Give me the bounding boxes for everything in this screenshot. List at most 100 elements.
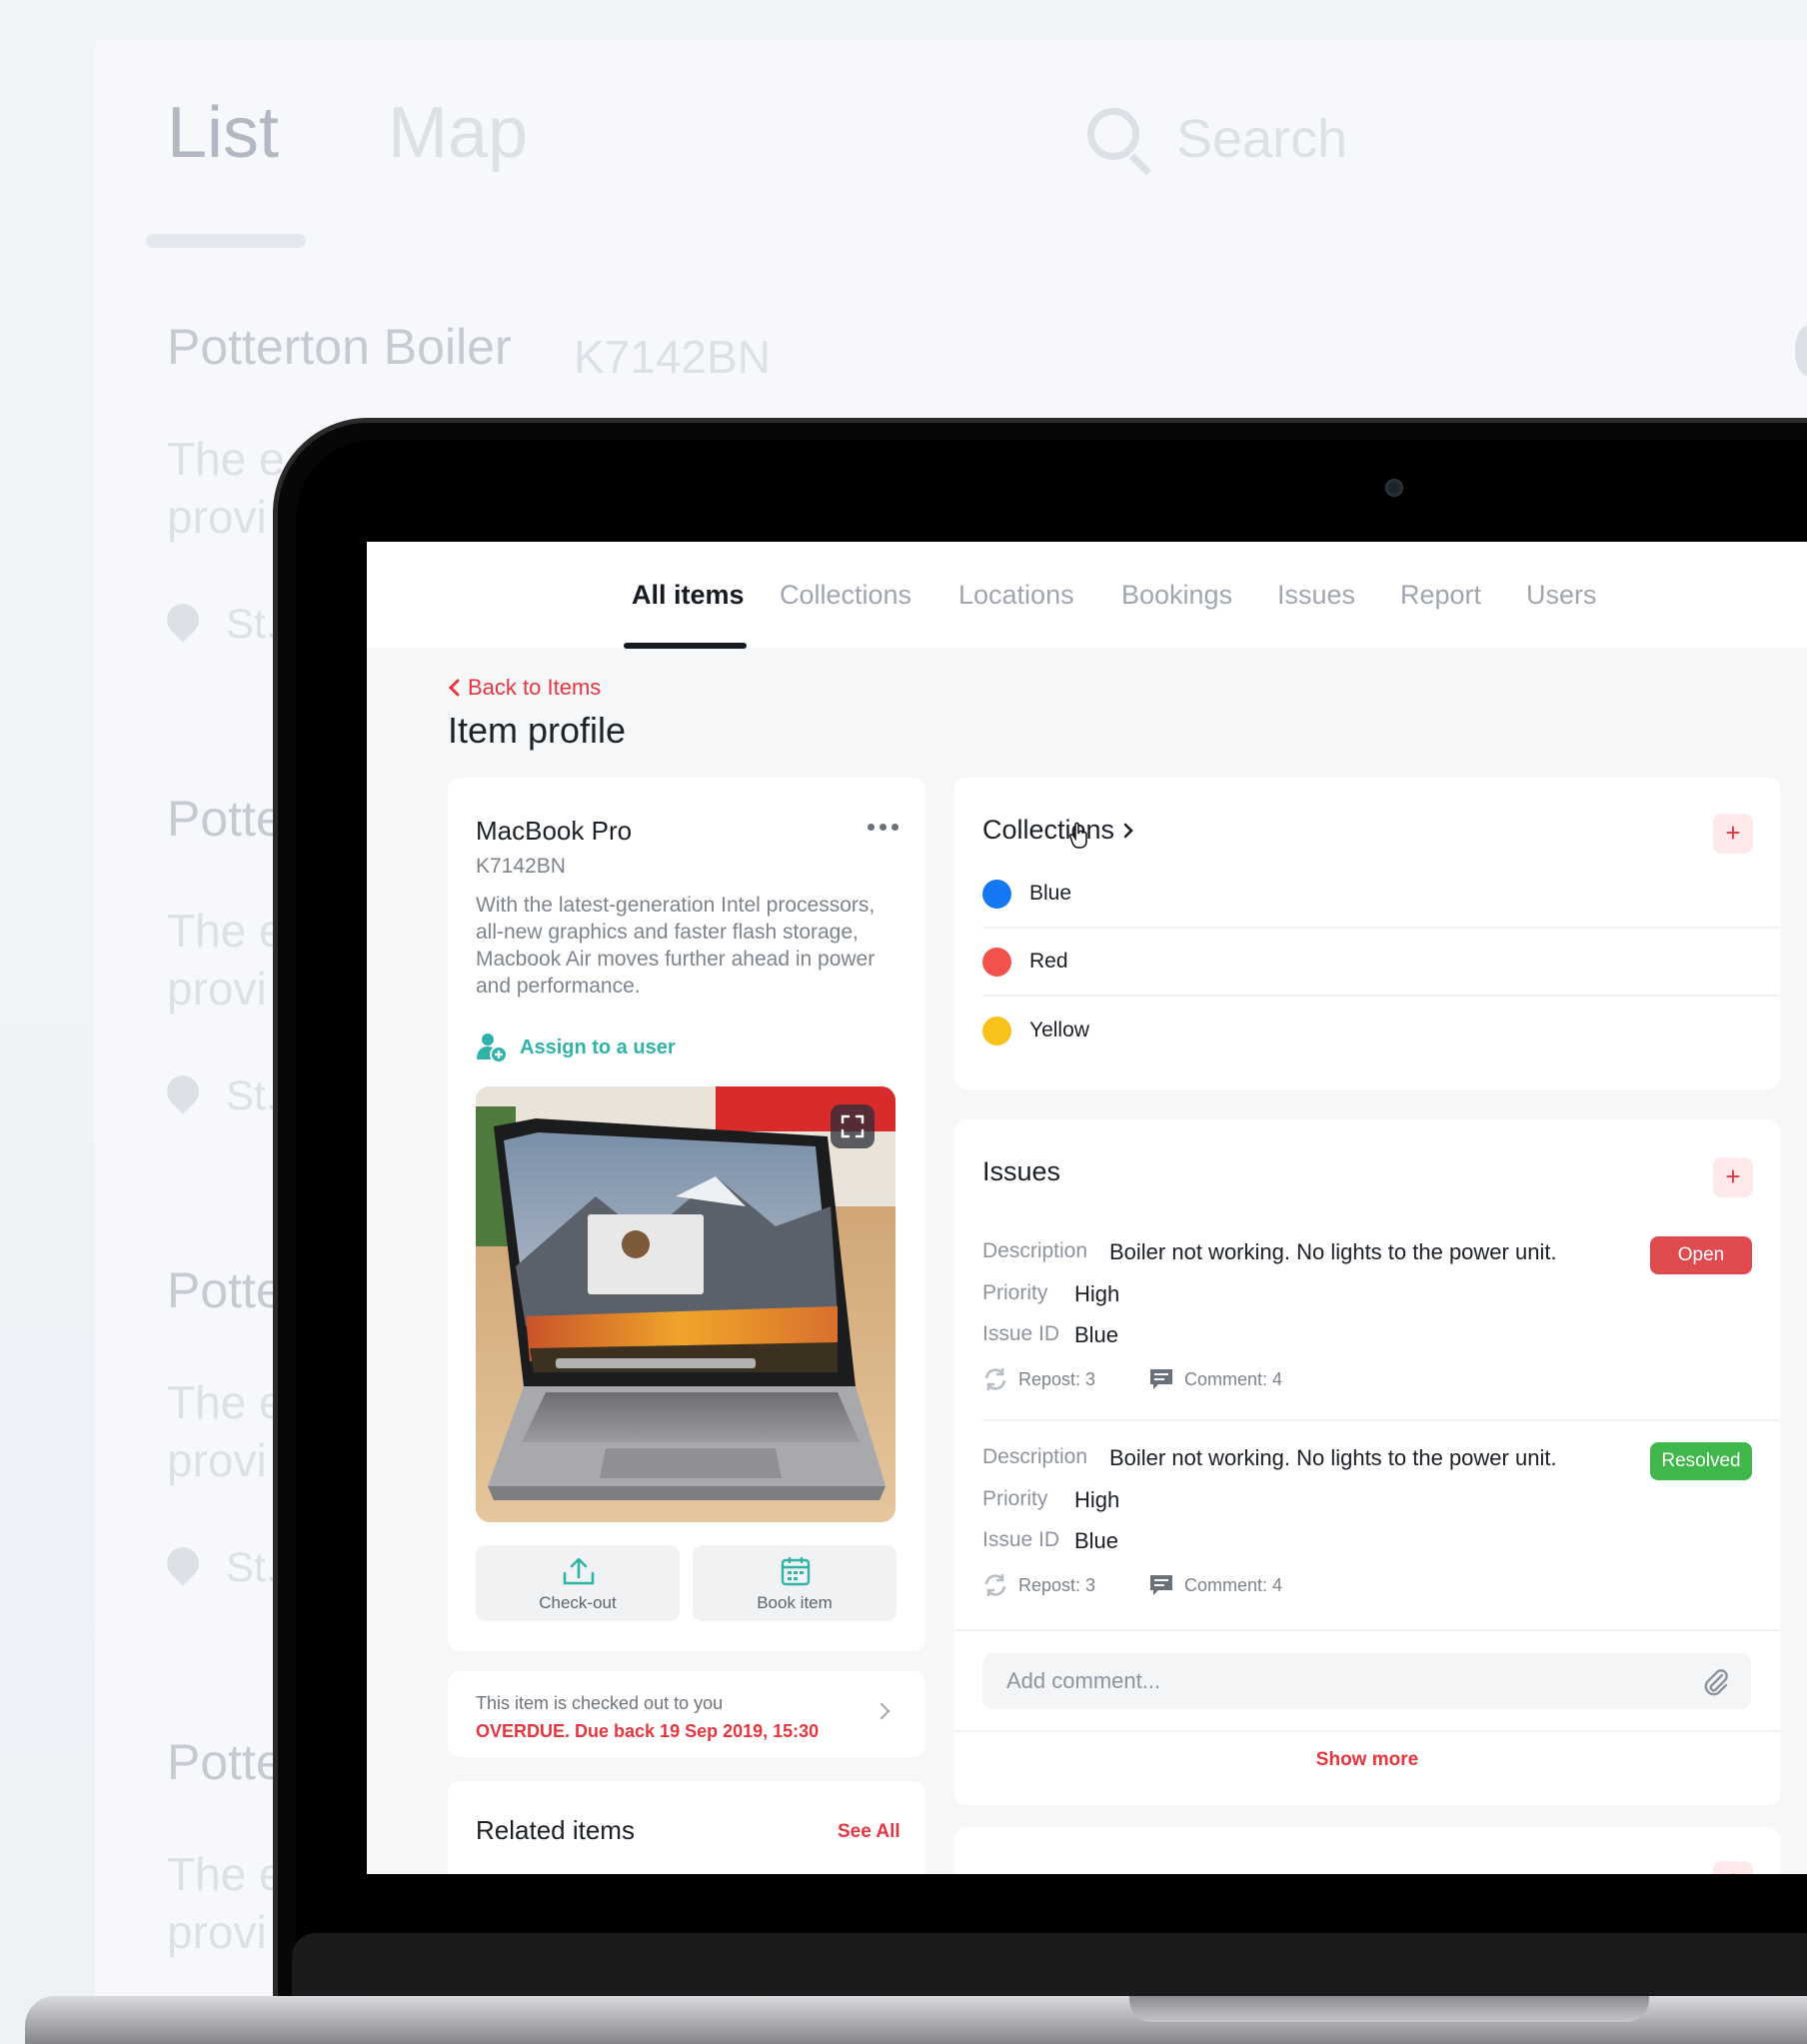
collection-item[interactable]: Blue	[982, 861, 1779, 929]
fullscreen-icon[interactable]	[831, 1104, 875, 1148]
repost-icon	[984, 1574, 1006, 1596]
divider	[954, 1629, 1780, 1631]
divider	[954, 1730, 1780, 1732]
issues-title: Issues	[982, 1156, 1061, 1186]
issue-priority-label: Priority	[982, 1281, 1048, 1304]
chevron-right-icon	[1123, 823, 1133, 838]
collection-name: Red	[1029, 950, 1068, 973]
collection-item[interactable]: Yellow	[982, 997, 1779, 1064]
assign-user-label: Assign to a user	[520, 1035, 676, 1058]
bg-row-title: Potte	[167, 791, 284, 847]
collection-color-dot	[982, 1016, 1011, 1045]
related-items-title: Related items	[476, 1815, 635, 1845]
upload-icon	[563, 1557, 595, 1585]
page-title: Item profile	[448, 710, 627, 751]
back-link-label: Back to Items	[468, 675, 602, 700]
top-nav: All items Collections Locations Bookings…	[367, 542, 1807, 649]
bg-row-code: K7142BN	[574, 331, 771, 383]
comment-icon	[1150, 1575, 1172, 1595]
chevron-left-icon	[448, 679, 460, 697]
issue-description-label: Description	[982, 1445, 1088, 1468]
laptop-screen: All items Collections Locations Bookings…	[367, 542, 1807, 1874]
issue-id: Blue	[1074, 1322, 1119, 1347]
more-options-icon[interactable]	[868, 824, 899, 831]
bg-search-placeholder: Search	[1176, 109, 1348, 169]
item-photo	[476, 1086, 896, 1522]
check-out-button[interactable]: Check-out	[476, 1545, 680, 1621]
tab-bookings[interactable]: Bookings	[1121, 580, 1232, 611]
back-link[interactable]: Back to Items	[448, 675, 601, 701]
issue-description-label: Description	[982, 1239, 1088, 1262]
bookings-card: +	[954, 1827, 1780, 1874]
search-icon	[1087, 108, 1139, 160]
laptop-base-notch	[1129, 1996, 1649, 2022]
item-code: K7142BN	[476, 855, 566, 878]
issue-description: Boiler not working. No lights to the pow…	[1109, 1239, 1557, 1264]
issue-id-label: Issue ID	[982, 1528, 1060, 1551]
tab-users[interactable]: Users	[1526, 580, 1597, 611]
paperclip-icon[interactable]	[1702, 1667, 1730, 1697]
show-more-link[interactable]: Show more	[954, 1749, 1780, 1771]
checkout-notice-text: This item is checked out to you	[476, 1693, 724, 1713]
item-description: With the latest-generation Intel process…	[476, 894, 876, 998]
checkout-notice[interactable]: This item is checked out to you OVERDUE.…	[448, 1671, 925, 1757]
collections-title: Collections	[982, 815, 1115, 845]
hand-cursor-icon	[1069, 822, 1087, 849]
bg-row-location: St.	[226, 1543, 278, 1590]
book-item-button[interactable]: Book item	[693, 1545, 897, 1621]
comment-icon	[1150, 1369, 1172, 1389]
issue-id-label: Issue ID	[982, 1322, 1060, 1345]
tab-issues[interactable]: Issues	[1277, 580, 1355, 611]
add-collection-button[interactable]: +	[1713, 814, 1753, 854]
active-tab-indicator	[624, 643, 747, 649]
bg-row-title: Potte	[167, 1262, 284, 1318]
repost-icon	[984, 1368, 1006, 1390]
comment-count[interactable]: Comment: 4	[1148, 1572, 1282, 1598]
related-items-card: Related items See All	[448, 1781, 925, 1874]
tab-all-items[interactable]: All items	[632, 580, 745, 611]
tab-report[interactable]: Report	[1400, 580, 1481, 611]
add-comment-field[interactable]: Add comment...	[982, 1653, 1751, 1709]
calendar-icon	[781, 1557, 811, 1586]
check-out-label: Check-out	[539, 1593, 617, 1612]
bg-row-desc: The e provi	[167, 1848, 285, 1958]
bg-row-desc: The e provi	[167, 433, 285, 543]
issue-priority: High	[1074, 1281, 1120, 1306]
add-issue-button[interactable]: +	[1713, 1157, 1753, 1197]
collections-title-link[interactable]: Collections	[982, 815, 1134, 846]
repost-count[interactable]: Repost: 3	[982, 1366, 1095, 1392]
bg-tab-list: List	[167, 93, 280, 173]
collection-item[interactable]: Red	[982, 929, 1779, 997]
add-user-icon	[477, 1033, 508, 1063]
repost-count[interactable]: Repost: 3	[982, 1572, 1095, 1598]
bg-row-desc: The e provi	[167, 905, 285, 1015]
bg-tab-map: Map	[388, 93, 529, 173]
assign-user-button[interactable]: Assign to a user	[476, 1031, 676, 1063]
book-item-label: Book item	[757, 1593, 833, 1612]
see-all-link[interactable]: See All	[838, 1821, 901, 1843]
chevron-right-icon	[873, 1702, 891, 1720]
collection-color-dot	[982, 879, 1011, 909]
overdue-text: OVERDUE. Due back 19 Sep 2019, 15:30	[476, 1721, 820, 1741]
bg-row-title: Potte	[167, 1734, 284, 1790]
issues-card: Issues + Description Boiler not working.…	[954, 1119, 1780, 1805]
collection-name: Blue	[1029, 882, 1072, 905]
bg-row-desc: The e provi	[167, 1376, 285, 1486]
tab-collections[interactable]: Collections	[780, 580, 911, 611]
add-booking-button[interactable]: +	[1713, 1861, 1753, 1874]
collection-color-dot	[982, 947, 1011, 977]
bg-row-title: Potterton Boiler	[167, 319, 512, 375]
status-badge: Open	[1650, 1236, 1752, 1274]
tab-locations[interactable]: Locations	[958, 580, 1074, 611]
collection-name: Yellow	[1029, 1019, 1089, 1041]
comment-count[interactable]: Comment: 4	[1148, 1366, 1282, 1392]
status-badge: Resolved	[1650, 1442, 1752, 1480]
bg-row-location: St.	[226, 600, 278, 647]
bg-row-location: St.	[226, 1071, 278, 1118]
issue-priority-label: Priority	[982, 1487, 1048, 1510]
item-card: MacBook Pro K7142BN With the latest-gene…	[448, 778, 925, 1651]
bg-tab-underline	[146, 234, 306, 248]
camera-icon	[1385, 479, 1403, 497]
issue-id: Blue	[1074, 1528, 1119, 1553]
issue-priority: High	[1074, 1487, 1120, 1512]
